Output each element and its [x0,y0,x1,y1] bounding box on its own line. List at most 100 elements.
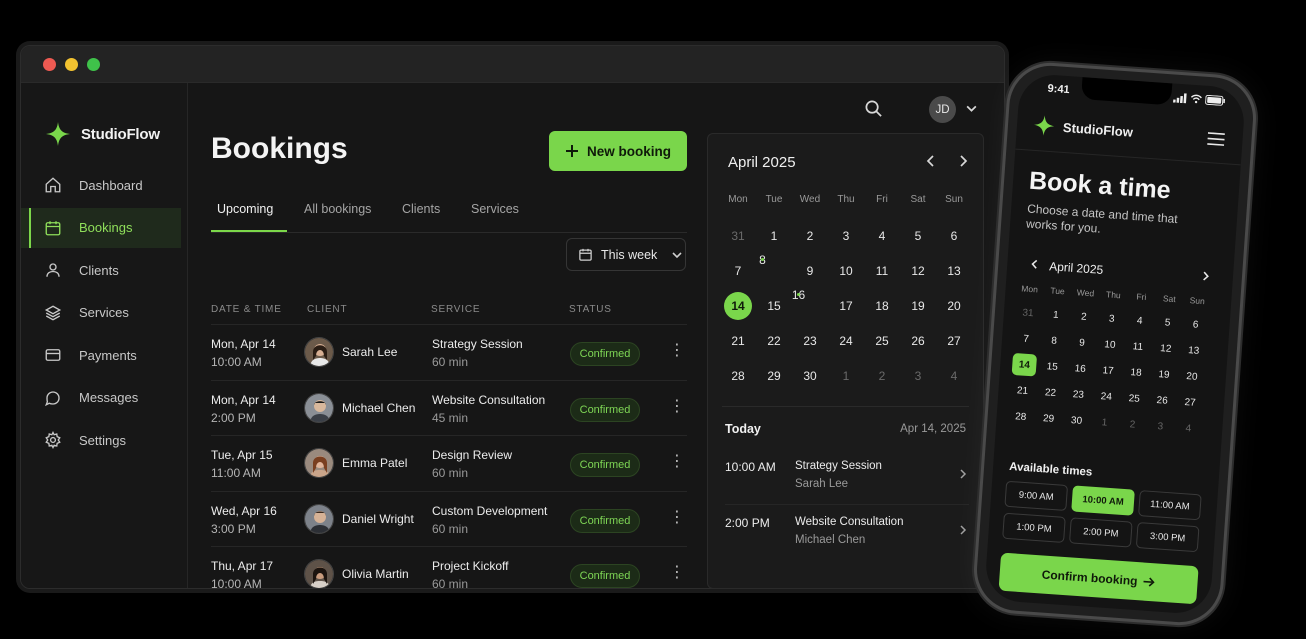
calendar-day[interactable]: 25 [864,323,900,358]
sidebar-item-messages[interactable]: Messages [21,378,187,418]
calendar-day[interactable]: 3 [900,358,936,393]
time-slot-button[interactable]: 1:00 PM [1002,512,1066,543]
table-row[interactable]: Wed, Apr 16 3:00 PM Daniel Wright Custom… [211,490,687,547]
tab-all-bookings[interactable]: All bookings [304,202,371,216]
calendar-day[interactable]: 24 [1091,383,1121,411]
calendar-day[interactable]: 1 [1090,409,1120,437]
calendar-day[interactable]: 10 [1095,331,1125,359]
calendar-day[interactable]: 13 [1179,337,1209,365]
hamburger-menu-icon[interactable] [1207,132,1225,146]
calendar-day[interactable]: 1 [756,218,792,253]
calendar-day[interactable]: 26 [1147,386,1177,414]
calendar-day[interactable]: 10 [828,253,864,288]
calendar-day[interactable]: 30 [792,358,828,393]
calendar-day[interactable]: 5 [1153,309,1183,337]
calendar-day[interactable]: 28 [1006,403,1036,431]
calendar-day[interactable]: 3 [1145,412,1175,440]
calendar-day[interactable]: 23 [1064,381,1094,409]
calendar-day[interactable]: 23 [792,323,828,358]
calendar-day[interactable]: 8 [1039,327,1069,355]
close-window-button[interactable] [43,57,56,71]
calendar-day[interactable]: 1 [1041,301,1071,329]
row-menu-button[interactable]: ⋮ [669,565,685,581]
calendar-day[interactable]: 8 [756,253,769,267]
sidebar-item-payments[interactable]: Payments [21,335,187,375]
calendar-day[interactable]: 27 [1175,388,1205,416]
search-icon[interactable] [864,99,883,118]
table-row[interactable]: Mon, Apr 14 2:00 PM Michael Chen Website… [211,379,687,436]
minimize-window-button[interactable] [65,57,78,71]
calendar-day[interactable]: 7 [720,253,756,288]
calendar-day[interactable]: 27 [936,323,972,358]
calendar-day[interactable]: 31 [720,218,756,253]
appointment-item[interactable]: 2:00 PM Website Consultation Michael Che… [725,516,969,568]
calendar-day[interactable]: 11 [864,253,900,288]
table-row[interactable]: Mon, Apr 14 10:00 AM Sarah Lee Strategy … [211,324,687,380]
calendar-day[interactable]: 30 [1062,407,1092,435]
calendar-day[interactable]: 6 [936,218,972,253]
calendar-day[interactable]: 21 [1008,377,1038,405]
calendar-day[interactable]: 1 [828,358,864,393]
calendar-day[interactable]: 11 [1123,333,1153,361]
calendar-day[interactable]: 2 [1069,303,1099,331]
calendar-day[interactable]: 7 [1011,325,1041,353]
calendar-day[interactable]: 31 [1013,299,1043,327]
tab-services[interactable]: Services [471,202,519,216]
calendar-day[interactable]: 4 [1125,307,1155,335]
calendar-day[interactable]: 6 [1181,311,1211,339]
time-slot-button[interactable]: 2:00 PM [1068,517,1133,548]
calendar-day-selected[interactable]: 14 [1009,351,1039,379]
calendar-day[interactable]: 18 [1121,359,1151,387]
calendar-day[interactable]: 17 [1093,357,1123,385]
calendar-day[interactable]: 15 [756,288,792,323]
chevron-left-icon[interactable] [1029,258,1041,271]
calendar-day[interactable]: 9 [1067,329,1097,357]
calendar-day[interactable]: 25 [1119,385,1149,413]
sidebar-item-services[interactable]: Services [21,293,187,333]
table-row[interactable]: Thu, Apr 17 10:00 AM Olivia Martin Proje… [211,546,687,588]
chevron-down-icon[interactable] [965,102,978,115]
calendar-day[interactable]: 22 [756,323,792,358]
calendar-day[interactable]: 18 [864,288,900,323]
calendar-day[interactable]: 24 [828,323,864,358]
calendar-day[interactable]: 3 [1097,305,1127,333]
calendar-day[interactable]: 2 [864,358,900,393]
row-menu-button[interactable]: ⋮ [669,398,685,415]
tab-clients[interactable]: Clients [402,202,440,216]
calendar-day[interactable]: 19 [900,288,936,323]
row-menu-button[interactable]: ⋮ [669,454,685,470]
date-range-select[interactable]: This week [566,238,686,271]
calendar-day[interactable]: 4 [1173,414,1203,442]
mobile-brand[interactable]: StudioFlow [1032,114,1133,143]
calendar-day[interactable]: 13 [936,253,972,288]
calendar-day[interactable]: 29 [1034,405,1064,433]
time-slot-button[interactable]: 11:00 AM [1138,490,1202,521]
calendar-day[interactable]: 28 [720,358,756,393]
calendar-day-selected[interactable]: 14 [720,288,756,323]
calendar-day[interactable]: 22 [1036,379,1066,407]
calendar-day[interactable]: 2 [792,218,828,253]
user-avatar[interactable]: JD [929,96,956,123]
calendar-day[interactable]: 21 [720,323,756,358]
calendar-day[interactable]: 17 [828,288,864,323]
maximize-window-button[interactable] [87,57,100,71]
calendar-day[interactable]: 20 [1177,363,1207,391]
time-slot-button[interactable]: 10:00 AM [1071,485,1135,516]
sidebar-item-dashboard[interactable]: Dashboard [21,165,187,205]
calendar-day[interactable]: 12 [900,253,936,288]
sidebar-item-clients[interactable]: Clients [21,250,187,290]
calendar-day[interactable]: 2 [1118,410,1148,438]
confirm-booking-button[interactable]: Confirm booking [998,552,1199,605]
calendar-day[interactable]: 12 [1151,335,1181,363]
time-slot-button[interactable]: 9:00 AM [1004,480,1069,512]
sidebar-item-settings[interactable]: Settings [21,420,187,460]
calendar-day[interactable]: 4 [936,358,972,393]
calendar-day[interactable]: 16 [1065,355,1095,383]
sidebar-item-bookings[interactable]: Bookings [21,207,181,248]
calendar-day[interactable]: 29 [756,358,792,393]
tab-upcoming[interactable]: Upcoming [217,202,273,216]
calendar-day[interactable]: 16 [792,288,805,302]
calendar-day[interactable]: 5 [900,218,936,253]
brand[interactable]: StudioFlow [21,83,187,163]
new-booking-button[interactable]: New booking [549,131,687,171]
